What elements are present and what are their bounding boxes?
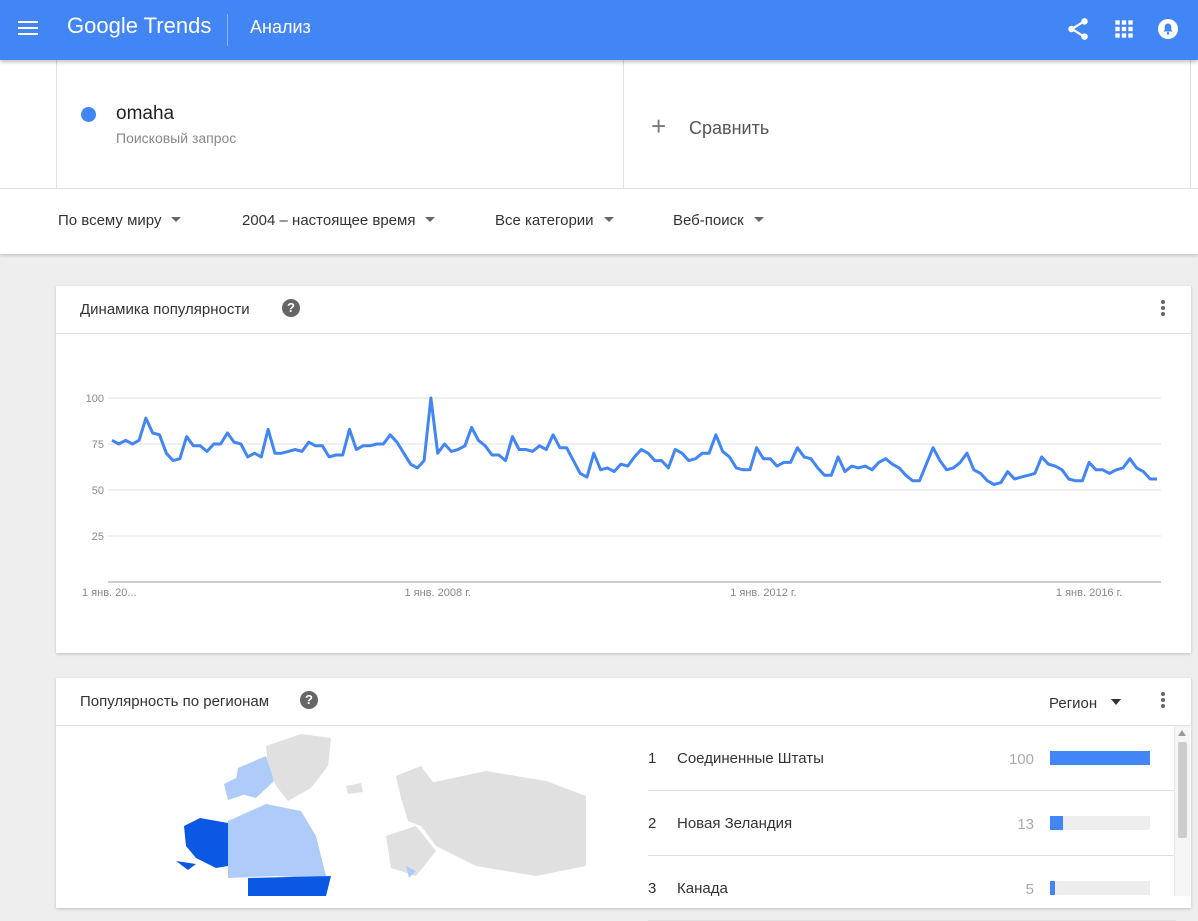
- help-icon[interactable]: ?: [300, 691, 318, 709]
- map-region-alaska: [184, 818, 228, 868]
- world-map[interactable]: [116, 726, 586, 896]
- region-value-bar: [1050, 751, 1150, 765]
- list-item[interactable]: 1 Соединенные Штаты 100: [648, 726, 1176, 791]
- google-trends-logo[interactable]: Google Trends: [67, 13, 211, 39]
- region-rank: 3: [648, 880, 657, 897]
- x-tick-label: 1 янв. 2012 г.: [730, 587, 796, 599]
- x-tick-label: 1 янв. 2016 г.: [1056, 587, 1122, 599]
- region-rank: 1: [648, 750, 657, 767]
- y-tick-label: 50: [92, 485, 104, 497]
- logo-google-text: Google: [67, 13, 138, 38]
- notifications-icon[interactable]: [1155, 16, 1181, 42]
- resolution-dropdown-label: Регион: [1049, 695, 1098, 712]
- interest-line-chart[interactable]: 100 75 50 25 1 янв. 20... 1 янв. 2008 г. 1 янв…: [56, 333, 1191, 653]
- page-title: Анализ: [250, 17, 311, 37]
- more-options-icon[interactable]: [1161, 300, 1165, 318]
- search-term-name[interactable]: omaha: [116, 103, 174, 125]
- time-range-filter-label: 2004 – настоящее время: [242, 212, 416, 229]
- more-options-icon[interactable]: [1161, 692, 1165, 710]
- region-value-fill: [1050, 816, 1063, 830]
- scroll-up-arrow-icon[interactable]: [1178, 730, 1186, 736]
- region-list-scrollbar[interactable]: [1174, 726, 1190, 896]
- dropdown-arrow-icon: [171, 216, 182, 222]
- map-region-united-states: [248, 876, 331, 896]
- dropdown-arrow-icon: [1111, 699, 1122, 706]
- search-term-card[interactable]: omaha Поисковый запрос: [56, 60, 624, 188]
- list-item[interactable]: 2 Новая Зеландия 13: [648, 791, 1176, 856]
- compare-label: Сравнить: [689, 118, 770, 138]
- map-region-iceland: [346, 783, 363, 794]
- y-tick-label: 100: [86, 393, 104, 405]
- card-header: Динамика популярности ?: [56, 286, 1191, 334]
- search-term-type: Поисковый запрос: [116, 130, 237, 146]
- region-name[interactable]: Канада: [677, 880, 728, 897]
- list-item[interactable]: 3 Канада 5: [648, 856, 1176, 921]
- series-line-omaha[interactable]: [111, 396, 1157, 486]
- region-value-bar: [1050, 881, 1150, 895]
- region-rank: 2: [648, 815, 657, 832]
- category-filter-label: Все категории: [495, 212, 594, 229]
- compare-button[interactable]: + Сравнить: [623, 60, 1191, 188]
- dropdown-arrow-icon: [425, 216, 436, 222]
- dropdown-arrow-icon: [753, 216, 764, 222]
- search-type-filter[interactable]: Веб-поиск: [673, 212, 764, 229]
- x-tick-label: 1 янв. 2008 г.: [405, 587, 471, 599]
- search-type-filter-label: Веб-поиск: [673, 212, 744, 229]
- plus-icon: +: [651, 111, 667, 141]
- interest-over-time-title: Динамика популярности: [80, 301, 250, 318]
- region-value-fill: [1050, 751, 1150, 765]
- region-name[interactable]: Новая Зеландия: [677, 815, 792, 832]
- location-filter-label: По всему миру: [58, 212, 162, 229]
- map-region-aleutians: [176, 861, 196, 870]
- region-value-bar: [1050, 816, 1150, 830]
- region-value: 5: [1025, 881, 1034, 898]
- map-region-canada: [228, 804, 326, 878]
- x-tick-label: 1 янв. 20...: [82, 587, 137, 599]
- map-region-russia: [416, 771, 586, 876]
- dropdown-arrow-icon: [603, 216, 614, 222]
- region-value-fill: [1050, 881, 1055, 895]
- filter-bar: По всему миру 2004 – настоящее время Все…: [0, 188, 1198, 254]
- time-range-filter[interactable]: 2004 – настоящее время: [242, 212, 436, 229]
- location-filter[interactable]: По всему миру: [58, 212, 182, 229]
- interest-by-region-card: Популярность по регионам ? Регион 1 Соед…: [56, 678, 1191, 921]
- map-region-greenland: [266, 734, 331, 801]
- category-filter[interactable]: Все категории: [495, 212, 614, 229]
- resolution-dropdown[interactable]: Регион: [1049, 695, 1122, 712]
- search-terms-bar: omaha Поисковый запрос + Сравнить: [0, 60, 1198, 188]
- header-divider: [227, 14, 228, 46]
- apps-grid-icon[interactable]: [1111, 16, 1137, 42]
- card-header: Популярность по регионам ? Регион: [56, 678, 1191, 726]
- menu-icon[interactable]: [18, 18, 38, 42]
- region-value: 13: [1017, 816, 1034, 833]
- region-name[interactable]: Соединенные Штаты: [677, 750, 824, 767]
- term-color-dot: [81, 107, 96, 122]
- app-bar: Google Trends Анализ: [0, 0, 1198, 60]
- logo-trends-text: Trends: [143, 13, 212, 38]
- y-tick-label: 25: [92, 531, 104, 543]
- region-value: 100: [1008, 751, 1034, 768]
- share-icon[interactable]: [1065, 16, 1091, 42]
- interest-by-region-title: Популярность по регионам: [80, 693, 270, 710]
- scrollbar-thumb[interactable]: [1178, 742, 1187, 838]
- region-ranking-list: 1 Соединенные Штаты 100 2 Новая Зеландия…: [648, 726, 1176, 921]
- y-tick-label: 75: [92, 439, 104, 451]
- help-icon[interactable]: ?: [282, 299, 300, 317]
- interest-over-time-card: Динамика популярности ? 100 75 50 25 1 янв. …: [56, 286, 1191, 653]
